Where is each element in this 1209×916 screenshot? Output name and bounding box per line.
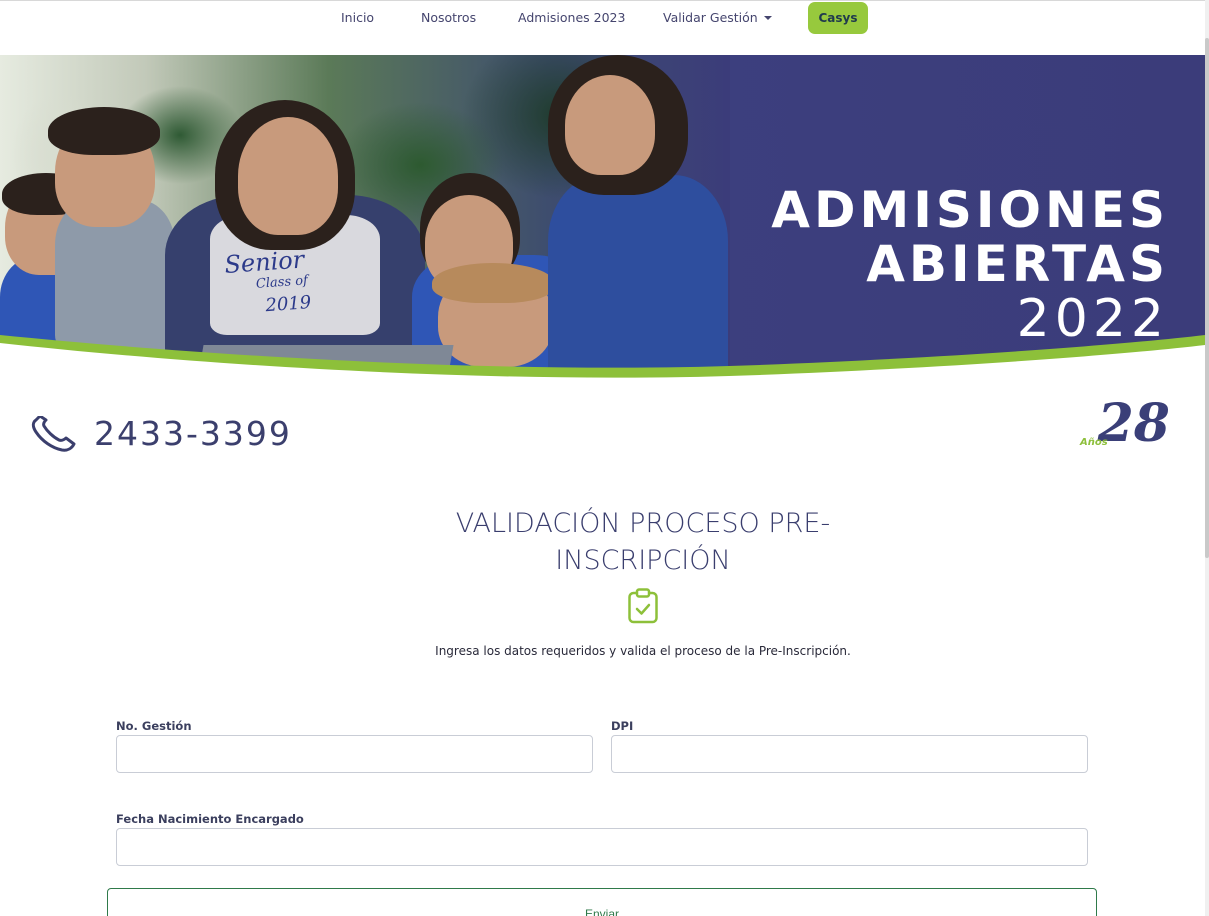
scrollbar-thumb[interactable] <box>1205 38 1209 558</box>
dpi-input[interactable] <box>611 735 1088 773</box>
nav-validar-gestion-dropdown[interactable]: Validar Gestión <box>663 10 772 25</box>
gestion-label: No. Gestión <box>116 719 192 733</box>
boy-front-hair <box>432 263 554 303</box>
dpi-label: DPI <box>611 719 634 733</box>
caret-down-icon <box>763 16 772 20</box>
clipboard-check-icon <box>628 588 658 624</box>
hero-wave-divider <box>0 335 1205 395</box>
casys-button[interactable]: Casys <box>808 2 868 34</box>
fecha-nacimiento-input[interactable] <box>116 828 1088 866</box>
girl-senior-head <box>238 117 338 235</box>
fecha-nacimiento-label: Fecha Nacimiento Encargado <box>116 812 304 826</box>
anniversary-number: 28 <box>1097 393 1170 454</box>
page-title: VALIDACIÓN PROCESO PRE-INSCRIPCIÓN <box>455 508 831 576</box>
hero-line-2: ABIERTAS <box>866 235 1169 293</box>
anniversary-logo: 28 Años <box>1078 393 1178 455</box>
boy-back-hair <box>48 107 160 155</box>
shirt-text-3: 2019 <box>264 292 312 317</box>
hero-banner: Senior Class of 2019 ADMISIONES ABIERTAS… <box>0 55 1205 395</box>
girl-tall-head <box>565 75 655 175</box>
phone-number: 2433-3399 <box>94 414 292 453</box>
top-navbar: Inicio Nosotros Admisiones 2023 Validar … <box>0 0 1209 55</box>
page-scrollbar[interactable] <box>1205 0 1209 916</box>
enviar-button[interactable]: Enviar <box>107 888 1097 916</box>
nav-nosotros[interactable]: Nosotros <box>421 10 476 25</box>
phone-icon <box>31 415 76 452</box>
hero-headline: ADMISIONES ABIERTAS 2022 <box>771 183 1169 347</box>
nav-validar-gestion-label: Validar Gestión <box>663 10 758 25</box>
contact-phone: 2433-3399 <box>30 414 292 453</box>
nav-admisiones[interactable]: Admisiones 2023 <box>518 10 625 25</box>
anniversary-label: Años <box>1080 437 1108 448</box>
senior-shirt-print: Senior Class of 2019 <box>224 245 312 320</box>
hero-line-1: ADMISIONES <box>771 181 1169 239</box>
page-subtitle: Ingresa los datos requeridos y valida el… <box>435 644 851 658</box>
nav-inicio[interactable]: Inicio <box>341 10 374 25</box>
gestion-input[interactable] <box>116 735 593 773</box>
